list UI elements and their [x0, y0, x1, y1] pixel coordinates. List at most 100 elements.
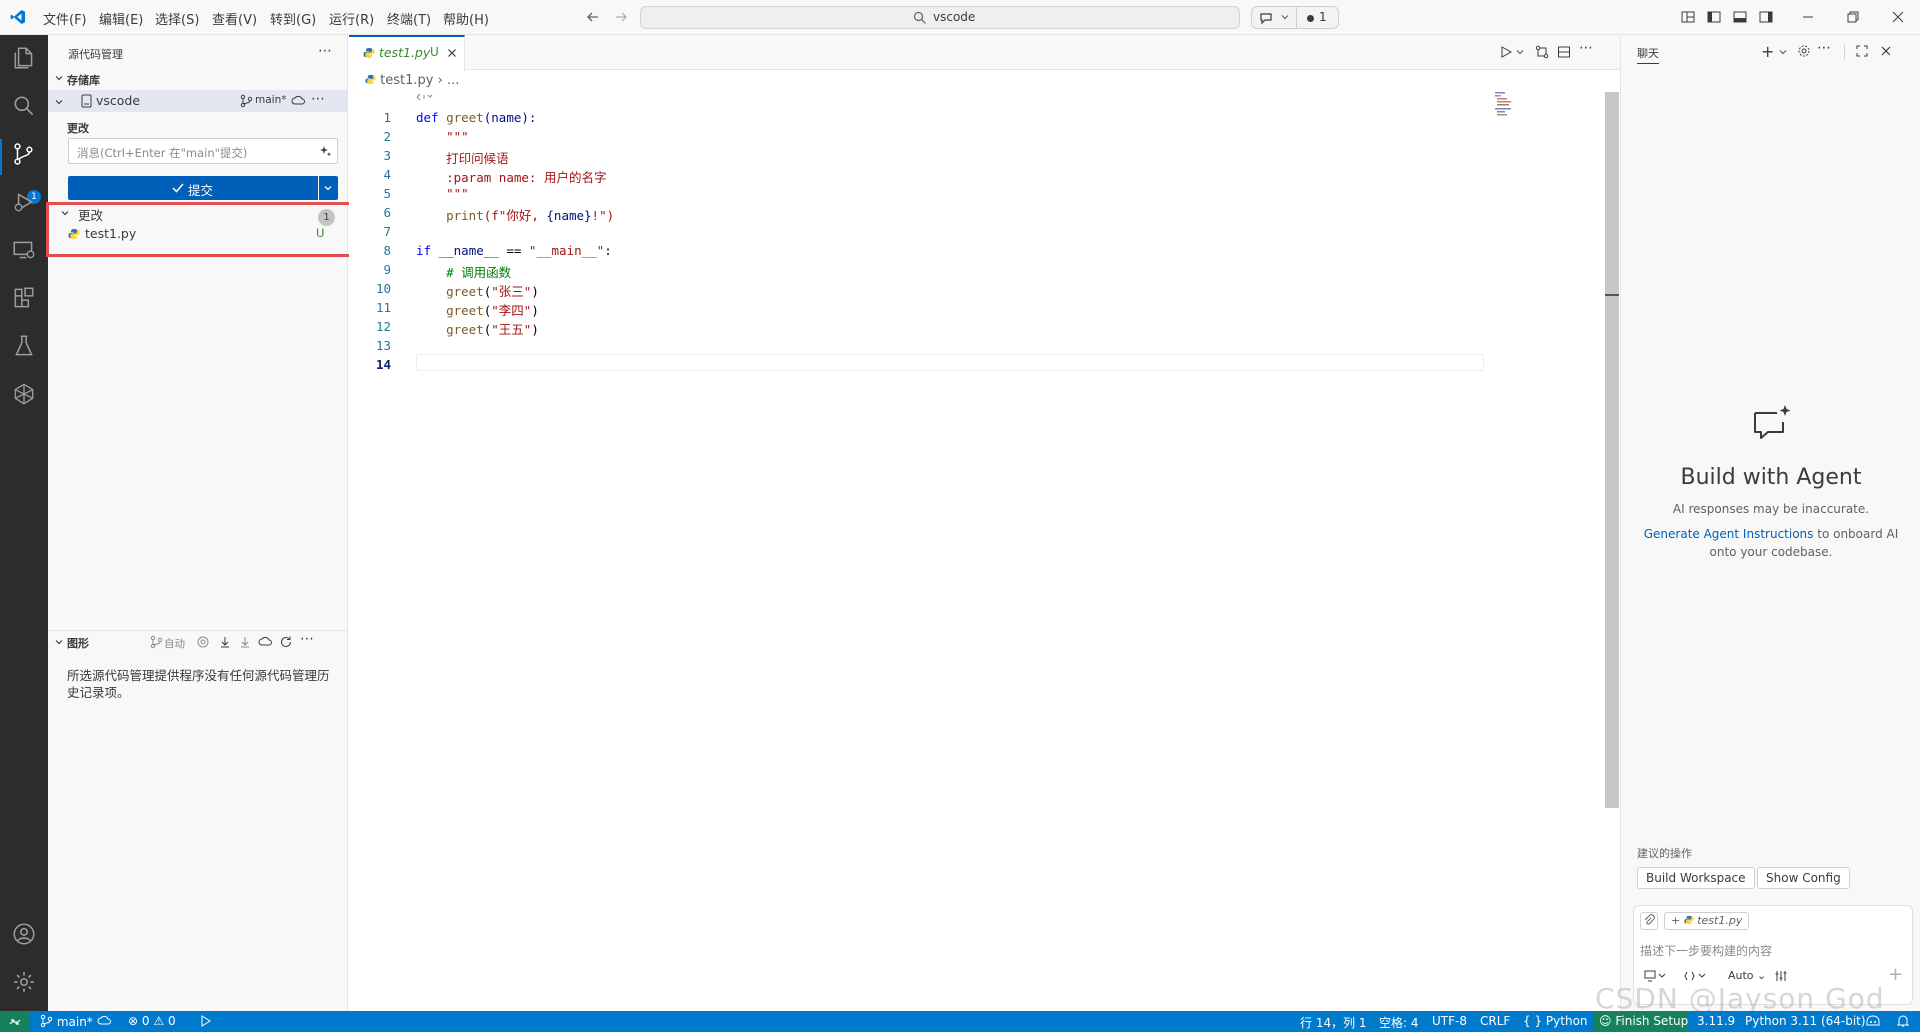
- debug-icon[interactable]: [198, 1014, 212, 1028]
- code-keyword: def: [416, 110, 439, 125]
- commit-button[interactable]: 提交: [68, 176, 318, 200]
- menu-view[interactable]: 查看(V): [212, 9, 257, 28]
- search-icon[interactable]: [11, 93, 37, 119]
- restore-icon[interactable]: [1845, 9, 1861, 25]
- sparkle-icon[interactable]: [319, 144, 333, 158]
- cloud-sync-icon[interactable]: [258, 635, 273, 649]
- chat-heading: Build with Agent: [1680, 465, 1862, 490]
- toggle-primary-sidebar-icon[interactable]: [1706, 9, 1722, 25]
- toggle-panel-icon[interactable]: [1732, 9, 1748, 25]
- maximize-icon[interactable]: [1855, 44, 1869, 58]
- chat-panel: 聊天 + ⋯ Build with Agent AI responses may…: [1620, 35, 1920, 1011]
- problems-indicator[interactable]: ⊗ 0 ⚠ 0: [128, 1014, 176, 1028]
- pull-icon[interactable]: [238, 635, 252, 649]
- plus-icon[interactable]: +: [1761, 42, 1774, 61]
- chevron-down-icon[interactable]: [1515, 47, 1525, 57]
- target-icon[interactable]: [196, 635, 210, 649]
- cloud-sync-icon[interactable]: [97, 1014, 112, 1028]
- branch-indicator[interactable]: main*: [40, 1014, 93, 1029]
- model-picker-icon[interactable]: [1684, 970, 1706, 982]
- gear-icon[interactable]: [1797, 44, 1811, 58]
- extensions-icon[interactable]: [11, 285, 37, 311]
- close-icon[interactable]: [1879, 44, 1893, 58]
- mode-select[interactable]: Auto ⌄: [1728, 969, 1766, 982]
- breadcrumb-symbols[interactable]: ...: [447, 73, 459, 88]
- layout-custom-icon[interactable]: [1680, 9, 1696, 25]
- remote-explorer-icon[interactable]: [11, 237, 37, 263]
- attached-file-chip[interactable]: + test1.py: [1664, 912, 1750, 930]
- account-icon[interactable]: [11, 921, 37, 947]
- tools-icon[interactable]: [1774, 969, 1788, 983]
- menu-edit[interactable]: 编辑(E): [99, 9, 143, 28]
- menu-selection[interactable]: 选择(S): [155, 9, 199, 28]
- compare-changes-icon[interactable]: [1535, 45, 1549, 59]
- fetch-icon[interactable]: [218, 635, 232, 649]
- minimap[interactable]: [1495, 92, 1523, 118]
- graph-auto-label[interactable]: 自动: [164, 636, 185, 651]
- source-control-icon[interactable]: [11, 141, 37, 167]
- close-icon[interactable]: [446, 47, 458, 59]
- refresh-icon[interactable]: [279, 635, 293, 649]
- code-editor[interactable]: 1 2 3 4 5 6 7 8 9 10 11 12 13 14 def gre…: [349, 92, 1620, 1011]
- code-lens-icon[interactable]: [415, 92, 433, 102]
- language-mode[interactable]: { } Python: [1523, 1014, 1588, 1028]
- copilot-agent-icon[interactable]: [11, 381, 37, 407]
- settings-gear-icon[interactable]: [11, 969, 37, 995]
- menu-run[interactable]: 运行(R): [329, 9, 374, 28]
- chat-tab-title[interactable]: 聊天: [1637, 45, 1659, 64]
- command-center-search[interactable]: vscode: [640, 6, 1240, 29]
- menu-go[interactable]: 转到(G): [270, 9, 316, 28]
- code-string: "王五": [491, 322, 532, 337]
- show-config-button[interactable]: Show Config: [1757, 867, 1850, 889]
- branch-icon[interactable]: [150, 635, 163, 649]
- more-actions-icon[interactable]: ⋯: [311, 91, 325, 107]
- split-editor-icon[interactable]: [1557, 45, 1571, 59]
- attach-icon[interactable]: [1640, 912, 1658, 930]
- tab-test1-py[interactable]: test1.py U: [349, 35, 465, 71]
- cursor-position[interactable]: 行 14，列 1: [1300, 1014, 1367, 1031]
- build-workspace-button[interactable]: Build Workspace: [1637, 867, 1755, 889]
- repo-row[interactable]: vscode main* ⋯: [48, 90, 347, 112]
- testing-icon[interactable]: [11, 333, 37, 359]
- more-actions-icon[interactable]: ⋯: [1817, 40, 1831, 56]
- encoding[interactable]: UTF-8: [1432, 1014, 1467, 1028]
- commit-dropdown-button[interactable]: [319, 176, 338, 200]
- minimize-icon[interactable]: [1800, 9, 1816, 25]
- finish-setup-button[interactable]: ☺ Finish Setup: [1593, 1011, 1688, 1032]
- arrow-right-icon[interactable]: [613, 9, 629, 25]
- menu-file[interactable]: 文件(F): [43, 9, 87, 28]
- chevron-down-icon[interactable]: [54, 637, 64, 647]
- breadcrumb-file[interactable]: test1.py: [380, 73, 433, 88]
- close-icon[interactable]: [1890, 9, 1906, 25]
- generate-instructions-link[interactable]: Generate Agent Instructions: [1644, 527, 1814, 541]
- more-actions-icon[interactable]: ⋯: [318, 43, 332, 59]
- more-actions-icon[interactable]: ⋯: [300, 631, 314, 647]
- chevron-down-icon[interactable]: [1778, 47, 1788, 57]
- chevron-down-icon[interactable]: [54, 73, 64, 83]
- vertical-scrollbar[interactable]: [1605, 92, 1619, 808]
- python-interpreter[interactable]: Python 3.11 (64-bit): [1745, 1014, 1866, 1028]
- more-actions-icon[interactable]: ⋯: [1579, 40, 1593, 56]
- remote-indicator[interactable]: [0, 1011, 30, 1032]
- toggle-secondary-sidebar-icon[interactable]: [1758, 9, 1774, 25]
- copilot-status-icon[interactable]: [1865, 1014, 1881, 1028]
- explorer-icon[interactable]: [11, 45, 37, 71]
- commit-message-input[interactable]: 消息(Ctrl+Enter 在"main"提交): [68, 138, 338, 164]
- python-version[interactable]: 3.11.9: [1697, 1014, 1735, 1028]
- notifications-bell-icon[interactable]: [1896, 1014, 1910, 1028]
- graph-header[interactable]: 图形: [67, 635, 89, 651]
- menu-terminal[interactable]: 终端(T): [387, 9, 431, 28]
- copilot-button[interactable]: 1: [1251, 6, 1339, 29]
- cloud-sync-icon[interactable]: [291, 94, 306, 108]
- repositories-header[interactable]: 存储库: [67, 72, 100, 88]
- line-ending[interactable]: CRLF: [1480, 1014, 1510, 1028]
- agent-mode-icon[interactable]: [1644, 970, 1666, 982]
- changes-header[interactable]: 更改: [67, 120, 89, 136]
- indentation[interactable]: 空格: 4: [1379, 1014, 1419, 1031]
- chevron-down-icon[interactable]: [54, 97, 64, 107]
- arrow-left-icon[interactable]: [585, 9, 601, 25]
- run-debug-icon[interactable]: [11, 189, 37, 215]
- menu-help[interactable]: 帮助(H): [443, 9, 489, 28]
- run-icon[interactable]: [1499, 45, 1513, 59]
- send-icon[interactable]: +: [1888, 964, 1903, 985]
